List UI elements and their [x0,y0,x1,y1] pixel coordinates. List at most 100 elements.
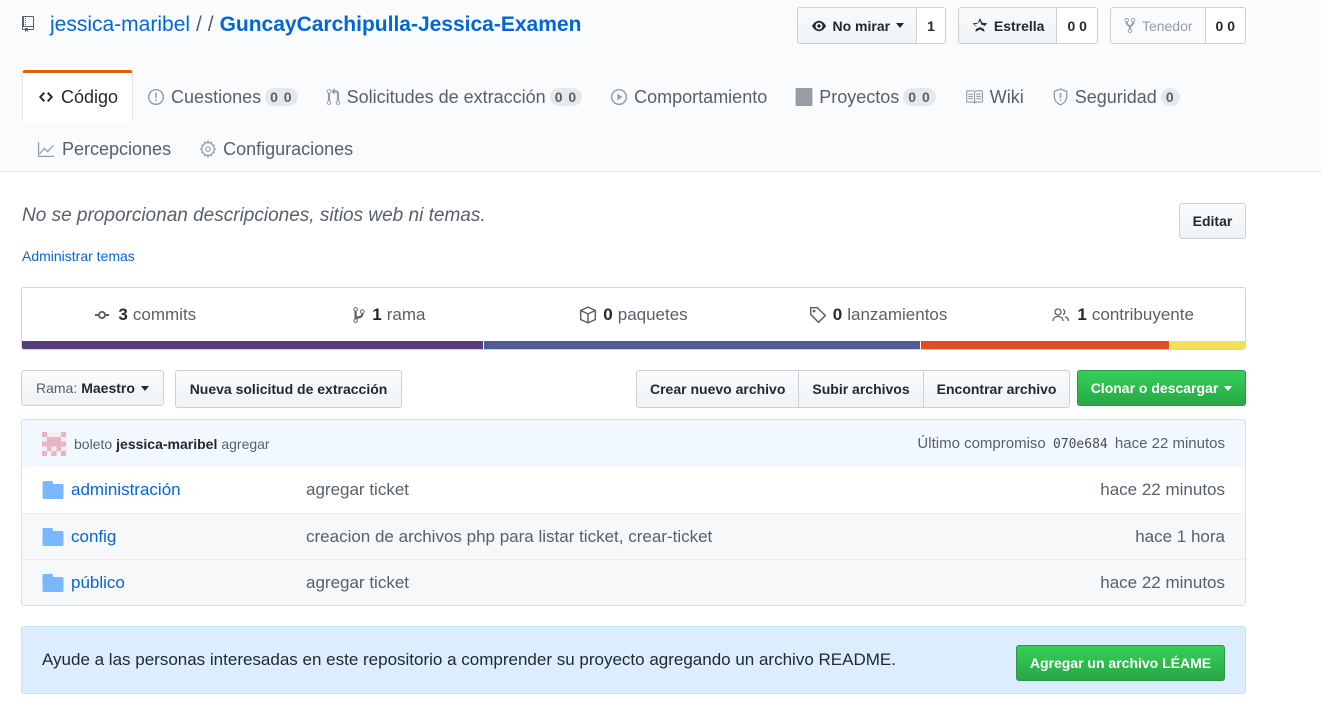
file-commit-message[interactable]: agregar ticket [306,573,1100,593]
gear-icon [199,140,217,158]
commits-num: 3 [118,304,128,324]
star-button[interactable]: Estrella [957,7,1058,44]
tab-issues[interactable]: Cuestiones 0 0 [133,72,312,122]
contributors-link[interactable]: 1 contribuyente [1000,288,1245,341]
tab-label: Comportamiento [634,86,768,107]
watch-button[interactable]: No mirar [796,7,918,44]
tab-label: Configuraciones [223,138,354,159]
folder-icon [42,573,64,592]
issues-counter: 0 0 [265,88,298,106]
commit-message-link[interactable]: agregar [221,436,269,452]
language-segment[interactable] [1169,341,1245,349]
repo-name-link[interactable]: GuncayCarchipulla-Jessica-Examen [220,13,582,37]
star-label: Estrella [993,17,1045,34]
book-icon [964,88,984,106]
chevron-down-icon [896,23,905,28]
manage-topics-link[interactable]: Administrar temas [22,248,135,264]
contributors-num: 1 [1077,304,1087,324]
repo-actions: No mirar 1 Estrella 0 0 Tenedor 0 0 [796,7,1246,44]
tab-projects[interactable]: Proyectos 0 0 [781,72,950,122]
repo-description: No se proporcionan descripciones, sitios… [22,205,486,226]
upload-files-button[interactable]: Subir archivos [798,370,924,408]
add-readme-button[interactable]: Agregar un archivo LÉAME [1016,645,1225,681]
packages-link[interactable]: 0 paquetes [511,288,756,341]
tab-actions[interactable]: Comportamiento [596,72,781,122]
branch-select-button[interactable]: Rama: Maestro [21,370,164,406]
releases-num: 0 [832,304,843,324]
find-file-button[interactable]: Encontrar archivo [922,370,1071,408]
watch-count[interactable]: 1 [917,7,946,44]
language-segment[interactable] [919,341,1170,349]
language-bar[interactable] [22,341,1245,349]
repo-header: jessica-maribel / / GuncayCarchipulla-Je… [0,0,1321,172]
fork-button[interactable]: Tenedor [1109,7,1206,44]
tab-label: Seguridad [1074,86,1157,107]
file-age: hace 22 minutos [1100,480,1225,499]
contributors-label: contribuyente [1091,304,1194,324]
package-icon [580,305,597,324]
star-icon [972,18,988,32]
projects-counter: 0 0 [903,88,936,106]
latest-commit-label: Último compromiso [917,435,1046,452]
releases-link[interactable]: 0 lanzamientos [756,288,1001,341]
code-icon [37,89,55,105]
tab-label: Cuestiones [171,86,262,107]
tab-insights[interactable]: Percepciones [22,124,185,174]
edit-description-button[interactable]: Editar [1179,203,1246,239]
file-name-link[interactable]: config [71,527,306,547]
commit-author-link[interactable]: jessica-maribel [116,436,217,452]
fork-label: Tenedor [1141,17,1193,34]
chevron-down-icon [1224,385,1233,391]
fork-count[interactable]: 0 0 [1205,7,1246,44]
file-list: administración agregar ticket hace 22 mi… [21,467,1246,606]
security-counter: 0 [1160,88,1180,106]
commit-sha-link[interactable]: 070e684 [1053,437,1108,452]
file-name-link[interactable]: administración [71,480,306,500]
clone-download-button[interactable]: Clonar o descargar [1077,370,1246,406]
folder-icon [42,527,64,546]
pull-requests-counter: 0 0 [549,88,583,106]
fork-icon [1124,18,1136,33]
language-segment[interactable] [483,341,920,349]
file-age: hace 1 hora [1135,526,1225,546]
tab-security[interactable]: Seguridad 0 [1038,72,1194,122]
star-count[interactable]: 0 0 [1057,7,1098,44]
watch-label: No mirar [832,17,891,34]
tab-wiki[interactable]: Wiki [950,72,1038,122]
shield-icon [1052,88,1069,106]
repo-title: jessica-maribel / / GuncayCarchipulla-Je… [22,10,581,40]
clone-label: Clonar o descargar [1090,380,1219,396]
branches-link[interactable]: 1 rama [267,288,512,341]
people-icon [1052,307,1070,321]
branch-name: Maestro [81,380,135,396]
file-name-link[interactable]: público [71,573,306,593]
watch-group: No mirar 1 [796,7,946,44]
chevron-down-icon [140,385,149,391]
project-icon [795,88,813,106]
language-segment[interactable] [22,341,484,349]
new-pull-request-button[interactable]: Nueva solicitud de extracción [175,370,402,408]
file-commit-message[interactable]: agregar ticket [306,480,1100,500]
tab-label: Wiki [989,86,1024,107]
commit-age: hace 22 minutos [1114,435,1225,452]
pull-request-icon [326,88,341,106]
releases-label: lanzamientos [847,304,948,324]
branches-label: rama [386,304,426,324]
commits-label: commits [132,304,197,324]
avatar[interactable] [42,431,66,456]
create-file-button[interactable]: Crear nuevo archivo [636,370,800,408]
tab-label: Solicitudes de extracción [346,86,546,107]
repo-nav: Código Cuestiones 0 0 Solicitudes de ext… [22,70,1282,122]
folder-icon [42,481,64,499]
file-commit-message[interactable]: creacion de archivos php para listar tic… [306,527,1135,547]
eye-icon [811,20,826,31]
tab-pull-requests[interactable]: Solicitudes de extracción 0 0 [312,72,597,122]
commit-prefix: boleto [74,435,113,452]
file-age: hace 22 minutos [1100,572,1225,592]
commits-link[interactable]: 3 commits [22,288,267,341]
tab-code[interactable]: Código [22,70,134,122]
repo-icon [22,16,36,34]
tab-settings[interactable]: Configuraciones [185,124,367,174]
tab-label: Percepciones [62,138,172,159]
repo-owner-link[interactable]: jessica-maribel [50,13,190,37]
